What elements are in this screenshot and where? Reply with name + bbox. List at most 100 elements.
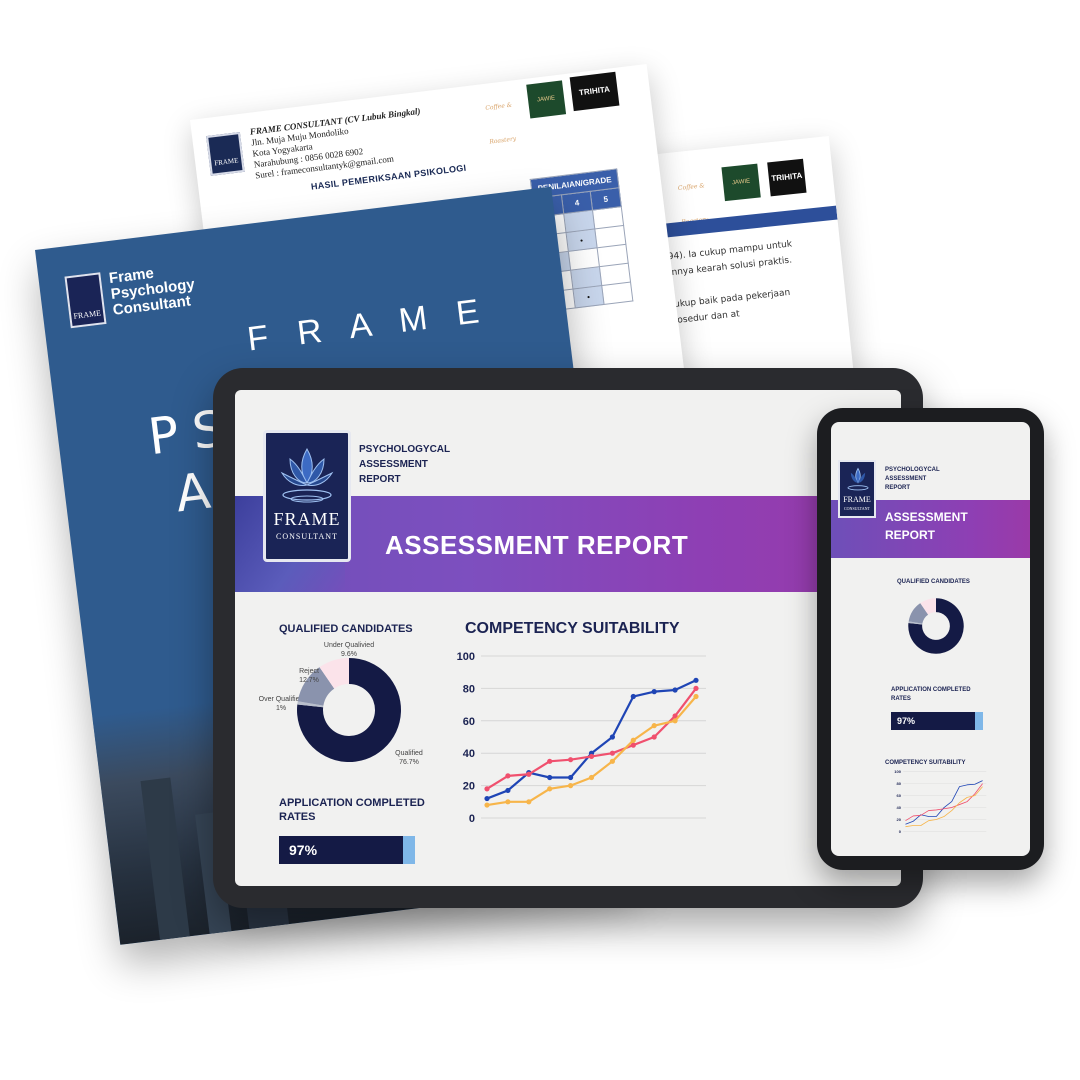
series-point: [526, 771, 532, 777]
y-tick-label: 60: [463, 716, 475, 728]
donut-value-label: 1%: [276, 705, 286, 712]
series-point: [484, 786, 490, 792]
series-point: [651, 734, 657, 740]
building-shape: [140, 777, 190, 940]
completed-title-line: APPLICATION COMPLETED: [279, 797, 425, 809]
sponsor-logo-trihita: TRIHITA: [569, 71, 620, 112]
phone-report-type-line: PSYCHOLOGYCAL: [885, 467, 940, 473]
series-point: [630, 737, 636, 743]
completed-progress-fill: 97%: [279, 836, 403, 864]
logo-frame-text: FRAME: [273, 509, 341, 529]
phone-banner-line: REPORT: [885, 528, 936, 542]
qualified-title: QUALIFIED CANDIDATES: [279, 623, 413, 635]
series-point: [526, 799, 532, 805]
series-point: [505, 773, 511, 779]
report-type-label: PSYCHOLOGYCAL ASSESSMENT REPORT: [359, 442, 450, 487]
completed-title-line: RATES: [279, 811, 316, 823]
report-type-line: REPORT: [359, 474, 401, 485]
series-point: [588, 753, 595, 760]
series-point: [484, 795, 490, 802]
series-line-3: [905, 786, 983, 828]
phone-completed-title-line: APPLICATION COMPLETED: [891, 687, 971, 693]
y-tick-label: 80: [463, 683, 475, 695]
series-point: [693, 685, 699, 691]
y-tick-label: 0: [469, 813, 475, 825]
y-tick-label: 40: [897, 805, 902, 810]
series-line-2: [486, 687, 697, 790]
report-type-line: ASSESSMENT: [359, 459, 428, 470]
sponsor-logo-jawie: JAWIE: [721, 163, 761, 202]
series-point: [651, 723, 657, 729]
series-point: [505, 799, 511, 805]
phone-logo-consultant: CONSULTANT: [844, 506, 870, 511]
phone-logo-frame: FRAME: [843, 495, 871, 504]
cover-logo: FRAME: [64, 272, 107, 329]
donut-label: Under Qualivied: [324, 642, 374, 649]
phone-donut-chart: [908, 598, 964, 654]
series-point: [588, 774, 595, 781]
series-line-1: [486, 679, 697, 800]
phone-completed-title-line: RATES: [891, 696, 911, 702]
sponsor-logo-cafe: Coffee & Roastery: [671, 168, 712, 226]
completed-title: APPLICATION COMPLETED RATES: [279, 796, 425, 824]
phone-competency-line-chart: 0 20 40 60 80 100: [894, 769, 987, 834]
series-point: [568, 783, 574, 789]
y-tick-label: 0: [899, 829, 902, 834]
phone-banner-line: ASSESSMENT: [885, 510, 968, 524]
phone-logo: FRAME CONSULTANT: [838, 460, 876, 518]
phone-completed-progress-bar: 97%: [891, 712, 983, 730]
donut-label: Qualified: [395, 750, 423, 757]
tablet-screen: FRAME CONSULTANT PSYCHOLOGYCAL ASSESSMEN…: [235, 390, 901, 886]
series-line-2: [905, 783, 983, 822]
phone-completed-progress-fill: 97%: [891, 712, 975, 730]
y-tick-label: 20: [897, 817, 902, 822]
series-point: [672, 718, 678, 724]
donut-label: Over Qualified: [259, 696, 303, 703]
qualified-donut-chart: Qualified 76.7% Over Qualified 1% Reject 12.7…: [259, 642, 423, 766]
competency-line-chart: 0 20 40 60 80 100: [457, 651, 706, 825]
competency-title: COMPETENCY SUITABILITY: [465, 620, 680, 637]
series-point: [547, 786, 553, 792]
series-point: [547, 774, 553, 781]
phone-completed-title: APPLICATION COMPLETED RATES: [891, 686, 971, 704]
series-point: [609, 750, 615, 756]
series-point: [693, 693, 699, 700]
lotus-icon: [280, 448, 334, 503]
y-tick-label: 60: [897, 793, 902, 798]
phone-report-type-line: REPORT: [885, 485, 911, 491]
grade-cell: [601, 282, 633, 305]
series-point: [547, 758, 553, 764]
phone-completed-progress-remainder: [975, 712, 983, 730]
cover-top-text: F R A M E: [245, 291, 492, 359]
phone-banner-title: ASSESSMENT REPORT: [885, 508, 968, 544]
series-point: [630, 693, 636, 700]
sponsor-logo-cafe: Coffee & Roastery: [478, 88, 519, 146]
completed-progress-remainder: [403, 836, 415, 864]
donut-value-label: 12.7%: [299, 677, 319, 684]
series-point: [484, 802, 490, 808]
y-tick-label: 40: [463, 748, 475, 760]
series-point: [609, 734, 615, 740]
y-tick-label: 80: [897, 781, 902, 786]
logo-consultant-text: CONSULTANT: [276, 532, 338, 541]
sponsor-logo-trihita: TRIHITA: [767, 158, 807, 197]
donut-value-label: 76.7%: [399, 759, 419, 766]
series-point: [568, 757, 574, 763]
phone-report-type: PSYCHOLOGYCAL ASSESSMENT REPORT: [885, 466, 940, 493]
series-point: [672, 687, 678, 693]
y-tick-label: 100: [894, 769, 902, 774]
frame-consultant-logo: FRAME CONSULTANT: [263, 430, 351, 562]
y-tick-label: 100: [457, 651, 475, 663]
letterhead: FRAME CONSULTANT (CV Lubuk Bingkal) Jln.…: [249, 95, 514, 181]
phone-device: FRAME CONSULTANT PSYCHOLOGYCAL ASSESSMEN…: [817, 408, 1044, 870]
lotus-icon: [847, 467, 869, 491]
phone-screen: FRAME CONSULTANT PSYCHOLOGYCAL ASSESSMEN…: [831, 422, 1030, 856]
donut-label: Reject: [299, 668, 319, 675]
y-tick-label: 20: [463, 781, 475, 793]
completed-progress-bar: 97%: [279, 836, 415, 864]
letterhead-logo: FRAME: [206, 132, 245, 176]
series-point: [609, 758, 615, 764]
cover-brand: Frame Psychology Consultant: [108, 261, 197, 319]
series-point: [568, 774, 574, 781]
series-line-1: [905, 780, 983, 825]
